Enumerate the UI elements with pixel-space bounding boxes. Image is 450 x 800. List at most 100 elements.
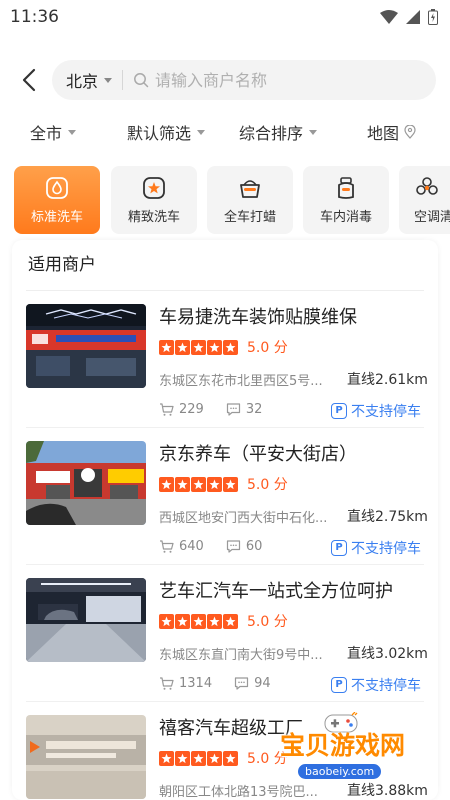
back-button[interactable] xyxy=(14,62,44,98)
merchant-photo xyxy=(26,441,146,525)
star-icon xyxy=(175,476,190,492)
comment-icon xyxy=(234,677,249,690)
wax-icon xyxy=(240,180,260,198)
star-icon xyxy=(191,476,206,492)
merchant-address: 西城区地安门西大街中石化... xyxy=(159,511,328,526)
filter-map-label: 地图 xyxy=(367,124,400,143)
comments-stat: 32 xyxy=(226,402,263,417)
merchant-photo xyxy=(26,304,146,388)
caret-down-icon xyxy=(309,129,318,135)
parking-info: P 不支持停车 xyxy=(331,675,421,695)
section-title: 适用商户 xyxy=(28,255,96,275)
comments-stat: 94 xyxy=(234,676,271,691)
category-standard-wash[interactable]: 标准洗车 xyxy=(14,166,100,234)
merchant-address: 东城区东花市北里西区5号... xyxy=(159,374,323,389)
filter-area[interactable]: 全市 xyxy=(30,114,77,150)
category-label: 精致洗车 xyxy=(127,210,180,225)
merchant-distance: 直线2.61km xyxy=(347,372,428,388)
category-ac-clean[interactable]: 空调清 xyxy=(399,166,450,234)
category-row: 标准洗车 精致洗车 全车打蜡 车内消毒 空调清 xyxy=(0,166,450,236)
star-icon xyxy=(223,613,238,629)
orders-count: 229 xyxy=(179,402,204,417)
star-icon xyxy=(191,339,206,355)
comment-icon xyxy=(226,540,240,553)
merchant-rating: 5.0 分 xyxy=(159,748,288,768)
back-arrow-icon xyxy=(22,68,36,92)
star-icon xyxy=(159,476,174,492)
watermark-title: 宝贝游戏网 xyxy=(280,731,406,760)
search-divider xyxy=(122,70,124,90)
filter-map[interactable]: 地图 xyxy=(367,114,416,150)
filter-default-label: 默认筛选 xyxy=(127,124,192,143)
disinfect-icon xyxy=(338,177,354,199)
parking-icon: P xyxy=(331,403,347,419)
filter-sort[interactable]: 综合排序 xyxy=(239,114,318,150)
cart-icon xyxy=(160,403,174,416)
filter-sort-label: 综合排序 xyxy=(239,124,304,143)
search-box: 北京 xyxy=(52,60,436,100)
comment-icon xyxy=(226,403,240,416)
wash-icon xyxy=(46,177,68,199)
merchant-card[interactable]: 京东养车（平安大街店） 5.0 分 西城区地安门西大街中石化... 直线2.75… xyxy=(12,428,438,565)
status-icons xyxy=(380,9,438,25)
comments-count: 60 xyxy=(245,539,263,554)
orders-count: 1314 xyxy=(179,676,213,691)
orders-stat: 229 xyxy=(159,402,204,417)
parking-label: 不支持停车 xyxy=(351,541,421,557)
location-pin-icon xyxy=(404,125,416,139)
merchant-score: 5.0 分 xyxy=(247,477,288,493)
comments-count: 32 xyxy=(245,402,263,417)
merchant-stats: 229 32 xyxy=(159,402,284,417)
search-icon xyxy=(134,73,149,88)
status-time: 11:36 xyxy=(10,7,59,27)
ac-clean-icon xyxy=(416,177,438,195)
search-row: 北京 xyxy=(0,58,450,102)
category-fine-wash[interactable]: 精致洗车 xyxy=(111,166,197,234)
merchant-card[interactable]: 车易捷洗车装饰贴膜维保 5.0 分 东城区东花市北里西区5号... 直线2.61… xyxy=(12,291,438,428)
merchant-name: 京东养车（平安大街店） xyxy=(159,444,357,465)
star-icon xyxy=(191,613,206,629)
search-input[interactable] xyxy=(155,70,416,90)
filter-area-label: 全市 xyxy=(30,124,63,143)
merchant-name: 艺车汇汽车一站式全方位呵护 xyxy=(159,581,393,602)
category-interior-disinfect[interactable]: 车内消毒 xyxy=(303,166,389,234)
merchant-stats: 1314 94 xyxy=(159,676,293,691)
merchant-address: 东城区东直门南大街9号中... xyxy=(159,648,323,663)
merchant-distance: 直线3.02km xyxy=(347,646,428,662)
star-icon xyxy=(223,750,238,766)
merchant-card[interactable]: 艺车汇汽车一站式全方位呵护 5.0 分 东城区东直门南大街9号中... 直线3.… xyxy=(12,565,438,702)
star-icon xyxy=(175,613,190,629)
category-label: 标准洗车 xyxy=(30,210,83,225)
parking-icon: P xyxy=(331,677,347,693)
filter-default[interactable]: 默认筛选 xyxy=(127,114,206,150)
category-full-wax[interactable]: 全车打蜡 xyxy=(207,166,293,234)
status-bar: 11:36 xyxy=(0,0,450,34)
star-icon xyxy=(159,750,174,766)
parking-icon: P xyxy=(331,540,347,556)
merchant-photo xyxy=(26,715,146,799)
caret-down-icon xyxy=(68,129,77,135)
merchant-distance: 直线2.75km xyxy=(347,509,428,525)
merchant-stats: 640 60 xyxy=(159,539,284,554)
orders-stat: 1314 xyxy=(159,676,212,691)
caret-down-icon xyxy=(197,129,206,135)
caret-down-icon xyxy=(104,77,113,83)
battery-icon xyxy=(428,9,438,25)
star-icon xyxy=(191,750,206,766)
star-icon xyxy=(207,339,222,355)
star-icon xyxy=(175,339,190,355)
merchant-rating: 5.0 分 xyxy=(159,337,288,357)
merchant-score: 5.0 分 xyxy=(247,340,288,356)
star-icon xyxy=(207,750,222,766)
wifi-icon xyxy=(380,10,398,24)
star-icon xyxy=(159,613,174,629)
orders-stat: 640 xyxy=(159,539,204,554)
category-label: 全车打蜡 xyxy=(223,210,276,225)
star-wash-icon xyxy=(143,177,165,199)
orders-count: 640 xyxy=(179,539,204,554)
signal-icon xyxy=(406,10,420,24)
city-selector[interactable]: 北京 xyxy=(52,60,122,100)
filter-bar: 全市 默认筛选 综合排序 地图 xyxy=(0,114,450,150)
watermark: 宝贝游戏网 baobeiy.com xyxy=(280,710,438,790)
city-label: 北京 xyxy=(66,72,99,91)
